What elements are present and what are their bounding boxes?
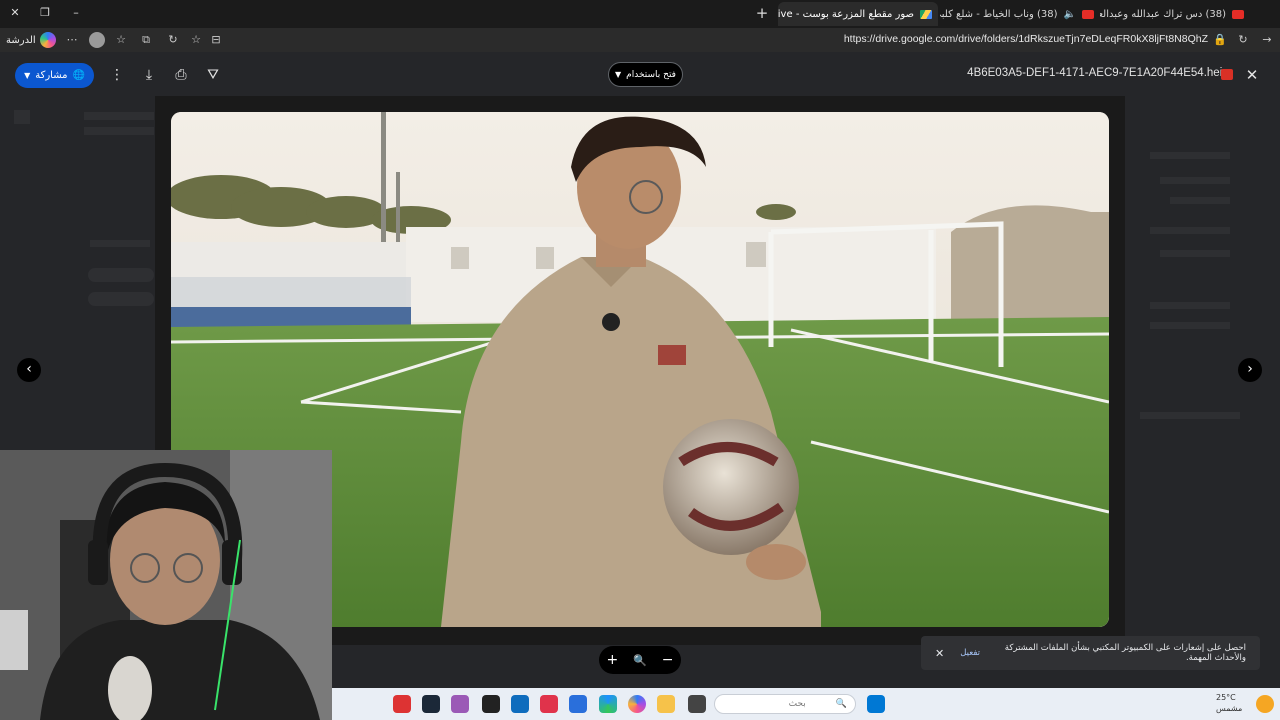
windows-taskbar: 🔍 بحث 25°C مشمس <box>332 688 1280 720</box>
enable-notifications-link[interactable]: تفعيل <box>960 648 980 658</box>
gift-icon[interactable] <box>540 695 558 713</box>
address-bar-row: الدرشة ⋯ ☆ ⧉ ↻ ☆ ⊟ https://drive.google.… <box>0 28 1280 52</box>
app-icon-1[interactable] <box>393 695 411 713</box>
reload-icon[interactable]: ↻ <box>1235 32 1251 48</box>
more-vert-icon[interactable]: ⋮ <box>107 65 127 85</box>
windows-start-icon[interactable] <box>867 695 885 713</box>
open-with-label: فتح باستخدام <box>626 69 676 80</box>
url-field[interactable]: https://drive.google.com/drive/folders/1… <box>844 33 1208 45</box>
profile-label: الدرشة <box>6 34 36 46</box>
file-explorer-icon[interactable] <box>657 695 675 713</box>
avatar[interactable] <box>89 32 105 48</box>
more-options-icon[interactable]: ⋯ <box>64 32 80 48</box>
copilot-icon[interactable] <box>39 32 56 48</box>
webcam-person-image <box>0 450 332 720</box>
app-icon-11[interactable] <box>688 695 706 713</box>
window-restore-icon[interactable]: ❐ <box>35 4 55 22</box>
add-to-drive-icon[interactable]: ⛛ <box>203 65 223 85</box>
search-icon: 🔍 <box>835 699 847 709</box>
tab-drive[interactable]: صور مقطع المزرعة بوست - Drive ✕ <box>778 2 938 26</box>
zoom-controls: + 🔍 − <box>599 646 681 674</box>
window-close-icon[interactable]: ✕ <box>5 4 25 22</box>
chevron-right-icon[interactable]: › <box>1238 358 1262 382</box>
app-icon-3[interactable] <box>451 695 469 713</box>
drive-favicon-icon <box>920 9 932 19</box>
image-file-icon <box>1221 69 1233 80</box>
chevron-left-icon[interactable]: ‹ <box>17 358 41 382</box>
share-label: مشاركة <box>35 70 68 81</box>
youtube-favicon-icon <box>1082 9 1094 19</box>
print-icon[interactable]: ⎙ <box>171 65 191 85</box>
chevron-down-icon: ▼ <box>24 71 31 80</box>
tab-title: (38) وناب الخياط - شلع كلبي (ف <box>940 8 1058 20</box>
zoom-out-button[interactable]: − <box>662 652 674 668</box>
webcam-overlay <box>0 450 332 720</box>
split-screen-icon[interactable]: ⊟ <box>208 32 224 48</box>
edge-icon[interactable] <box>599 695 617 713</box>
file-name: 4B6E03A5-DEF1-4171-AEC9-7E1A20F44E54.hei… <box>967 67 1228 79</box>
new-tab-icon[interactable]: + <box>752 4 772 22</box>
close-viewer-icon[interactable]: ✕ <box>1242 65 1262 85</box>
download-icon[interactable]: ⤓ <box>139 65 159 85</box>
tab-youtube-2[interactable]: 🔈 (38) وناب الخياط - شلع كلبي (ف ✕ <box>940 2 1100 26</box>
speaker-icon[interactable]: 🔈 <box>1064 9 1076 20</box>
weather-text: مشمس <box>1216 704 1243 713</box>
dropdown-arrow-icon: ▼ <box>615 70 622 79</box>
share-button[interactable]: 🌐 مشاركة ▼ <box>15 63 94 88</box>
lock-icon[interactable]: 🔒 <box>1212 32 1228 48</box>
toast-message: احصل على إشعارات على الكمبيوتر المكتبي ب… <box>1004 643 1246 663</box>
tab-title: (38) دس تراك عبدالله وعبدالعزيز - يا <box>1100 8 1226 20</box>
taskbar-search[interactable]: 🔍 بحث <box>714 694 856 714</box>
toast-close-icon[interactable]: ✕ <box>935 647 944 660</box>
zoom-in-button[interactable]: + <box>606 652 618 668</box>
back-arrow-icon[interactable]: → <box>1259 32 1275 48</box>
sun-weather-icon <box>1256 695 1274 713</box>
steam-icon[interactable] <box>422 695 440 713</box>
weather-widget[interactable]: 25°C مشمس <box>1216 692 1242 714</box>
notification-toast: احصل على إشعارات على الكمبيوتر المكتبي ب… <box>921 636 1260 670</box>
profile-area[interactable]: الدرشة <box>6 32 56 48</box>
tab-title: صور مقطع المزرعة بوست - Drive <box>778 8 914 20</box>
copilot-taskbar-icon[interactable] <box>628 695 646 713</box>
refresh-icon[interactable]: ↻ <box>165 32 181 48</box>
outlook-icon[interactable] <box>511 695 529 713</box>
temperature: 25°C <box>1216 693 1236 702</box>
window-minimize-icon[interactable]: – <box>66 4 86 22</box>
search-placeholder: بحث <box>788 699 806 709</box>
browser-tab-strip: ✕ ❐ – (38) دس تراك عبدالله وعبدالعزيز - … <box>0 0 1280 28</box>
store-icon[interactable] <box>569 695 587 713</box>
youtube-favicon-icon <box>1232 9 1244 19</box>
globe-icon: 🌐 <box>72 70 85 81</box>
magnifier-icon: 🔍 <box>633 653 647 667</box>
capcut-icon[interactable] <box>482 695 500 713</box>
tab-youtube-1[interactable]: (38) دس تراك عبدالله وعبدالعزيز - يا ✕ <box>1100 2 1250 26</box>
favorites-icon[interactable]: ☆ <box>113 32 129 48</box>
open-with-button[interactable]: فتح باستخدام ▼ <box>608 62 683 87</box>
extensions-icon[interactable]: ⧉ <box>138 32 154 48</box>
add-favorite-icon[interactable]: ☆ <box>188 32 204 48</box>
